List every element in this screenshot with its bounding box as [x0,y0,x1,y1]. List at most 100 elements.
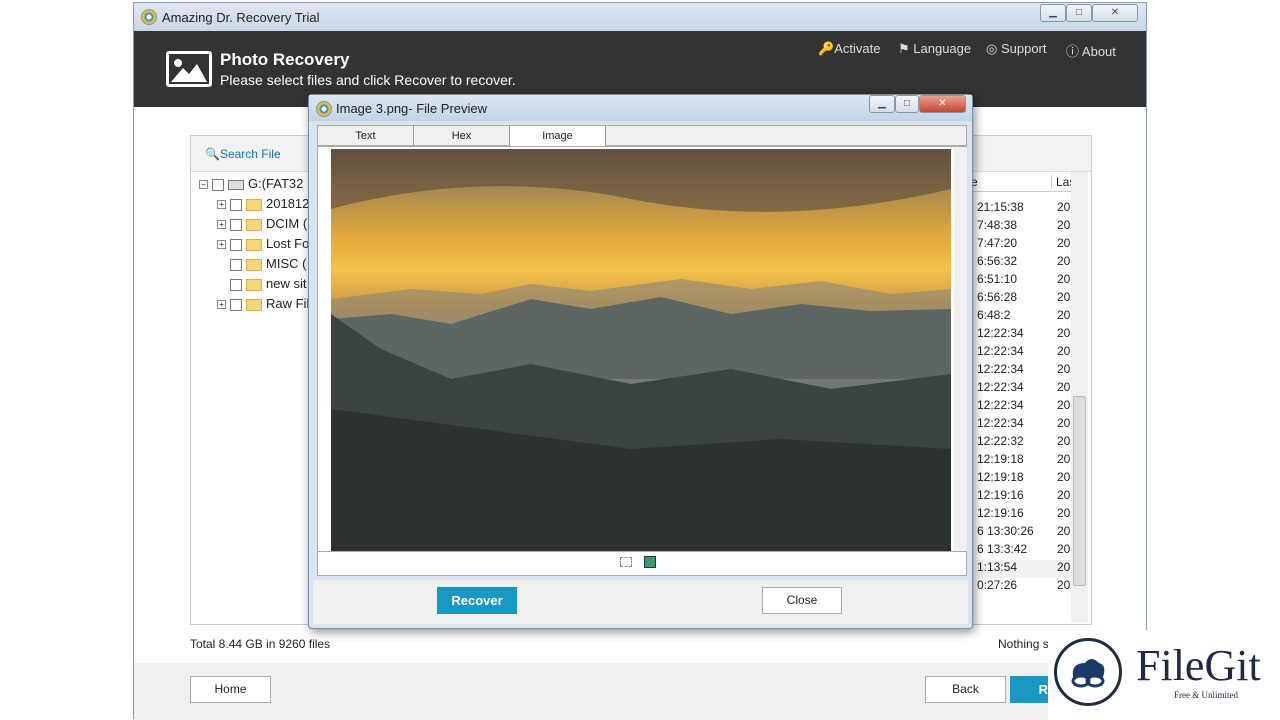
dialog-title-bar: Image 3.png- File Preview ▁ □ ✕ [309,95,972,121]
table-row[interactable]: 1:13:54 20 [977,560,1071,578]
dialog-maximize-button[interactable]: □ [895,95,919,113]
tree-item[interactable]: +201812 [217,196,309,216]
fit-to-window-icon[interactable] [620,557,632,567]
dialog-recover-button[interactable]: Recover [437,587,517,614]
table-row[interactable]: 12:22:34 20 [977,380,1071,398]
expand-toggle[interactable]: + [217,200,226,210]
tree-checkbox[interactable] [230,198,242,211]
expand-toggle[interactable]: + [217,240,226,250]
cell-last: 20 [1057,542,1071,556]
tree-item[interactable]: − G:(FAT32 1 [199,176,314,196]
cell-last: 20 [1057,254,1071,268]
table-row[interactable]: 21:15:38 20 [977,200,1071,218]
tab-text[interactable]: Text [318,126,414,146]
dialog-close-button[interactable]: Close [762,587,842,614]
close-button[interactable]: ✕ [1092,4,1138,22]
cell-time: 6:48:2 [977,308,1011,322]
table-row[interactable]: 0:27:26 20 [977,578,1071,596]
table-row[interactable]: 6 13:3:42 20 [977,542,1071,560]
table-row[interactable]: 7:47:20 20 [977,236,1071,254]
tree-checkbox[interactable] [230,218,242,231]
cell-last: 20 [1057,506,1071,520]
folder-icon [246,258,262,271]
table-row[interactable]: 6 13:30:26 20 [977,524,1071,542]
tree-checkbox[interactable] [230,258,242,271]
expand-toggle[interactable]: + [217,220,226,230]
table-row[interactable]: 12:22:34 20 [977,326,1071,344]
tree-checkbox[interactable] [212,178,224,191]
tree-label: new sit [266,276,307,291]
preview-tabs: Text Hex Image [317,125,967,146]
table-row[interactable]: 12:22:34 20 [977,362,1071,380]
table-row[interactable]: 12:22:32 20 [977,434,1071,452]
cell-time: 12:22:32 [977,434,1024,448]
cell-last: 20 [1057,434,1071,448]
cell-time: 12:22:34 [977,416,1024,430]
cell-last: 20 [1057,200,1071,214]
preview-scrollbar[interactable] [954,147,967,551]
folder-icon [246,238,262,251]
about-link[interactable]: ⓘ About [1066,41,1116,60]
table-row[interactable]: 12:22:34 20 [977,344,1071,362]
tree-item[interactable]: + Lost Fo [217,236,309,256]
language-link[interactable]: ⚑ Language [898,41,971,57]
dialog-close-x-button[interactable]: ✕ [919,95,966,113]
folder-icon [246,298,262,311]
table-row[interactable]: 12:22:34 20 [977,416,1071,434]
table-row[interactable]: 6:56:32 20 [977,254,1071,272]
flag-icon: ⚑ [898,41,910,56]
table-row[interactable]: 6:48:2 20 [977,308,1071,326]
tree-checkbox[interactable] [230,238,242,251]
table-row[interactable]: 12:22:34 20 [977,398,1071,416]
table-row[interactable]: 12:19:18 20 [977,452,1071,470]
tree-item[interactable]: + Raw Fil [217,296,309,316]
search-icon: 🔍 [205,147,220,161]
tree-item[interactable]: + DCIM ( [217,216,307,236]
maximize-button[interactable]: □ [1066,4,1092,22]
tree-checkbox[interactable] [230,278,242,291]
list-scrollbar[interactable] [1071,172,1088,622]
key-icon: 🔑 [818,41,835,56]
activate-link[interactable]: 🔑Activate [818,41,880,57]
tab-hex[interactable]: Hex [414,126,510,146]
tab-image[interactable]: Image [510,126,606,146]
drive-icon [228,179,244,190]
scroll-thumb[interactable] [1073,396,1086,586]
cell-last: 20 [1057,218,1071,232]
cell-last: 20 [1057,524,1071,538]
expand-toggle[interactable]: + [217,300,226,310]
status-total: Total 8.44 GB in 9260 files [190,637,331,651]
table-row[interactable]: 12:19:18 20 [977,470,1071,488]
divider [318,551,966,552]
filegit-logo-icon [1054,638,1122,706]
cell-last: 20 [1057,290,1071,304]
table-row[interactable]: 6:56:28 20 [977,290,1071,308]
page-subtitle: Please select files and click Recover to… [220,72,516,88]
support-link[interactable]: ◎ Support [986,41,1047,57]
table-row[interactable]: 12:19:16 20 [977,488,1071,506]
expand-toggle[interactable]: − [199,180,208,190]
filegit-watermark: FileGit Free & Unlimited [1048,630,1280,720]
tree-item[interactable]: MISC ( [217,256,306,276]
tree-item[interactable]: new sit [217,276,306,296]
cell-time: 12:22:34 [977,362,1024,376]
search-file-button[interactable]: 🔍Search File [205,147,281,161]
table-row[interactable]: 7:48:38 20 [977,218,1071,236]
dialog-minimize-button[interactable]: ▁ [869,95,895,113]
tree-checkbox[interactable] [230,298,242,311]
cell-time: 1:13:54 [977,560,1018,574]
table-row[interactable]: 6:51:10 20 [977,272,1071,290]
cell-time: 6 13:30:26 [977,524,1034,538]
cell-time: 12:19:16 [977,488,1024,502]
home-button[interactable]: Home [190,676,271,703]
status-selected: Nothing s [998,637,1049,651]
actual-size-icon[interactable] [644,556,656,568]
cell-last: 20 [1057,578,1071,592]
tree-label: Raw Fil [266,296,310,311]
back-button[interactable]: Back [925,676,1006,703]
tree-label: G:(FAT32 1 [248,176,315,191]
cell-time: 6:56:28 [977,290,1018,304]
table-row[interactable]: 12:19:16 20 [977,506,1071,524]
minimize-button[interactable]: ▁ [1040,4,1066,22]
cell-time: 7:47:20 [977,236,1018,250]
